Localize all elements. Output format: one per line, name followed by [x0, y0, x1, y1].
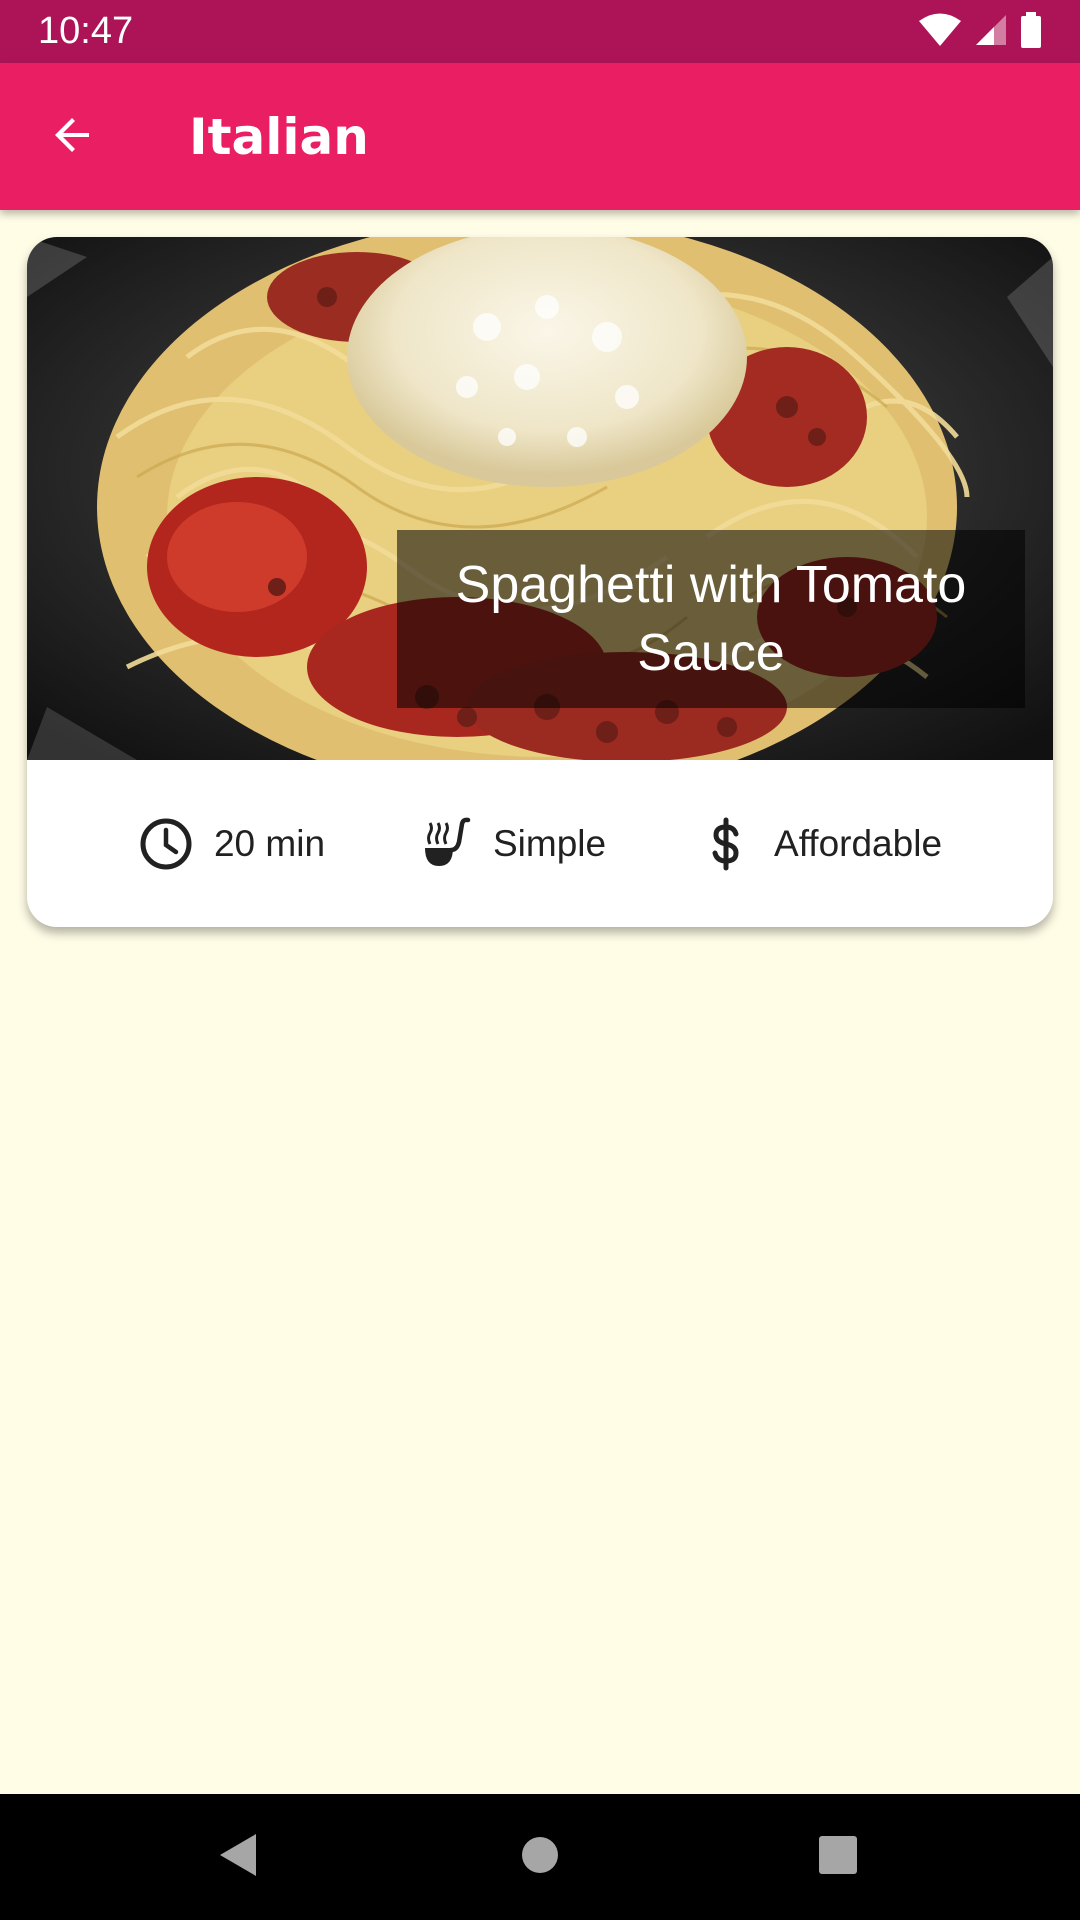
- app-bar: Italian: [0, 63, 1080, 210]
- recents-square-icon: [817, 1834, 859, 1881]
- affordability-label: Affordable: [774, 822, 943, 864]
- nav-back-button[interactable]: [208, 1827, 268, 1887]
- meal-info-row: 20 min Simple Affordable: [27, 760, 1053, 927]
- status-icons: [918, 11, 1042, 53]
- wifi-icon: [918, 12, 962, 53]
- arrow-back-icon: [49, 111, 97, 164]
- screen: 10:47 Italian Spaghetti with Tomato Sauc…: [0, 0, 1080, 1920]
- complexity-label: Simple: [492, 822, 607, 864]
- duration-label: 20 min: [213, 822, 326, 864]
- meal-card[interactable]: Spaghetti with Tomato Sauce 20 min Simpl…: [27, 237, 1053, 927]
- meal-title-overlay: Spaghetti with Tomato Sauce: [397, 530, 1025, 708]
- nav-home-button[interactable]: [510, 1827, 570, 1887]
- dollar-icon: [698, 816, 754, 872]
- nav-recents-button[interactable]: [808, 1827, 868, 1887]
- battery-icon: [1020, 11, 1042, 53]
- duration-info: 20 min: [138, 816, 325, 872]
- status-bar: 10:47: [0, 0, 1080, 63]
- affordability-info: Affordable: [698, 816, 942, 872]
- status-time: 10:47: [38, 10, 134, 52]
- meal-image: Spaghetti with Tomato Sauce: [27, 237, 1053, 760]
- page-title: Italian: [189, 108, 369, 166]
- ladle-icon: [417, 816, 473, 872]
- system-nav-bar: [0, 1794, 1080, 1920]
- back-button[interactable]: [28, 95, 118, 179]
- back-triangle-icon: [216, 1831, 260, 1884]
- clock-icon: [138, 816, 194, 872]
- complexity-info: Simple: [417, 816, 606, 872]
- cellular-signal-icon: [974, 13, 1008, 52]
- home-circle-icon: [520, 1835, 560, 1880]
- meal-title: Spaghetti with Tomato Sauce: [455, 556, 967, 682]
